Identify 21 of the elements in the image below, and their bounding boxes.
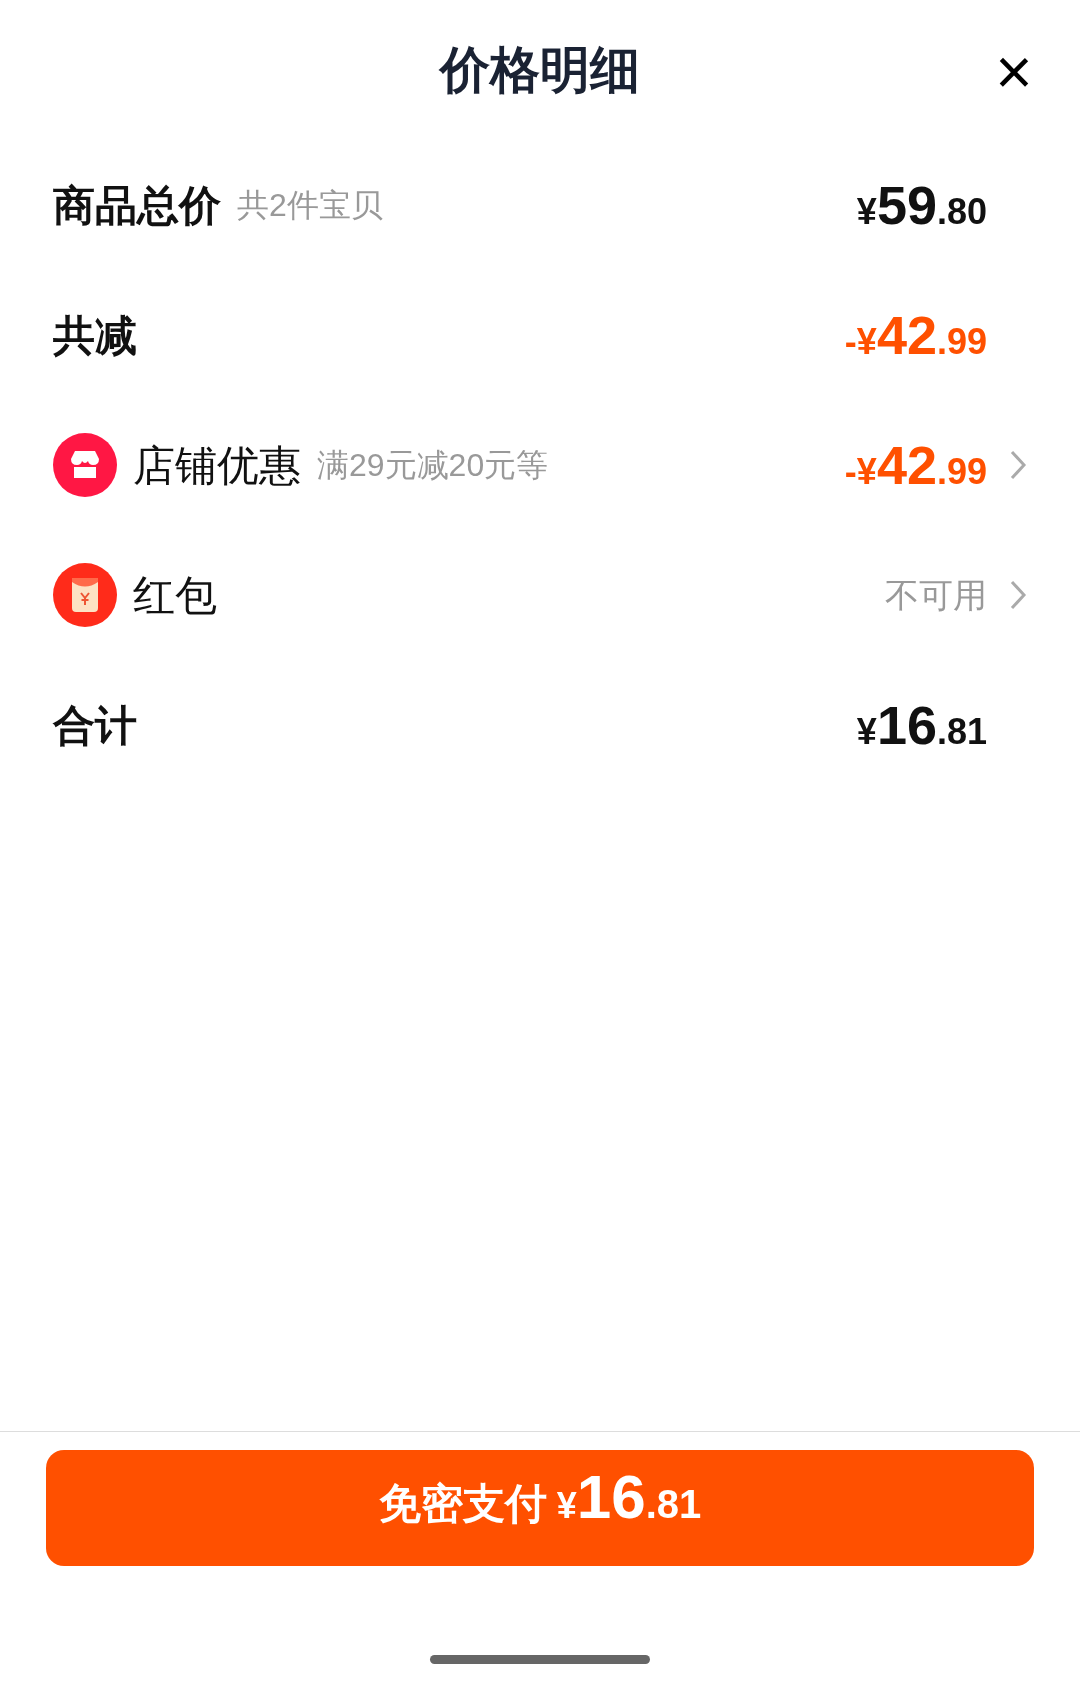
status-text: 不可用	[885, 574, 987, 616]
store-icon	[53, 433, 117, 497]
envelope-icon	[53, 563, 117, 627]
row-label: 红包	[133, 570, 217, 621]
price-amount: -¥42.99	[844, 433, 987, 497]
close-button[interactable]: ×	[986, 40, 1042, 104]
price-amount: ¥16.81	[856, 693, 987, 757]
chevron-right-icon	[1009, 579, 1027, 611]
row-label: 共减	[53, 310, 137, 361]
price-amount: -¥42.99	[844, 303, 987, 367]
sheet-title: 价格明细	[440, 40, 640, 100]
row-label: 商品总价	[53, 180, 221, 231]
row-label: 合计	[53, 700, 137, 751]
row-label: 店铺优惠	[133, 440, 301, 491]
row-note: 满29元减20元等	[317, 446, 549, 485]
price-amount: ¥59.80	[856, 173, 987, 237]
row-note: 共2件宝贝	[237, 186, 383, 225]
chevron-right-icon	[1009, 449, 1027, 481]
detail-row[interactable]: 红包 不可用	[53, 530, 1027, 660]
detail-row[interactable]: 店铺优惠 满29元减20元等 -¥42.99	[53, 400, 1027, 530]
home-indicator[interactable]	[430, 1655, 650, 1664]
